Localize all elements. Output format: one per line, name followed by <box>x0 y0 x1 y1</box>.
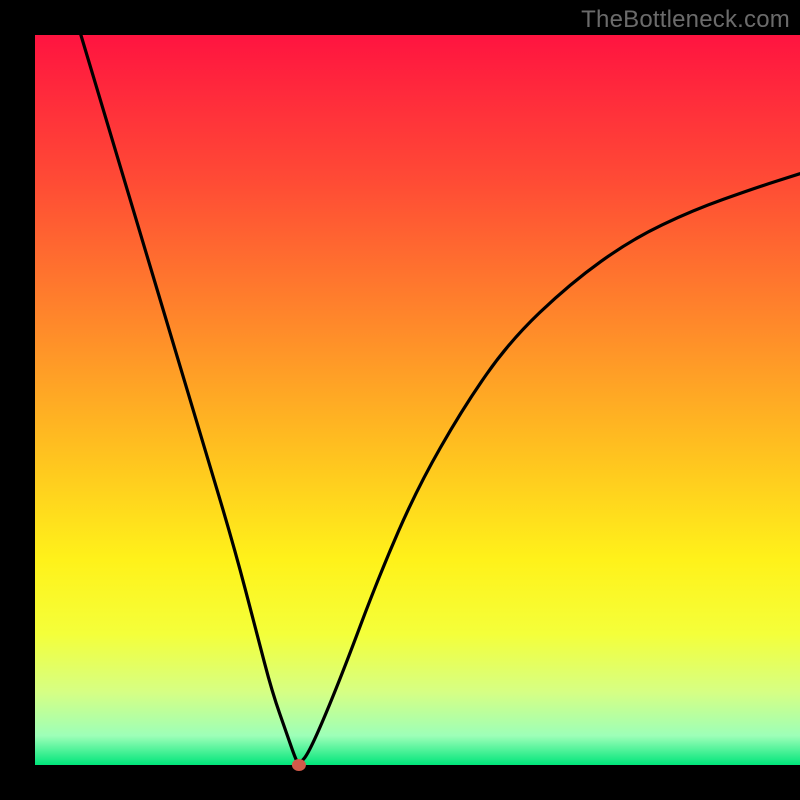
plot-background <box>35 35 800 765</box>
marker-dot <box>292 759 306 771</box>
watermark-text: TheBottleneck.com <box>581 6 790 34</box>
chart-container: TheBottleneck.com <box>0 0 800 800</box>
chart-svg <box>0 0 800 800</box>
